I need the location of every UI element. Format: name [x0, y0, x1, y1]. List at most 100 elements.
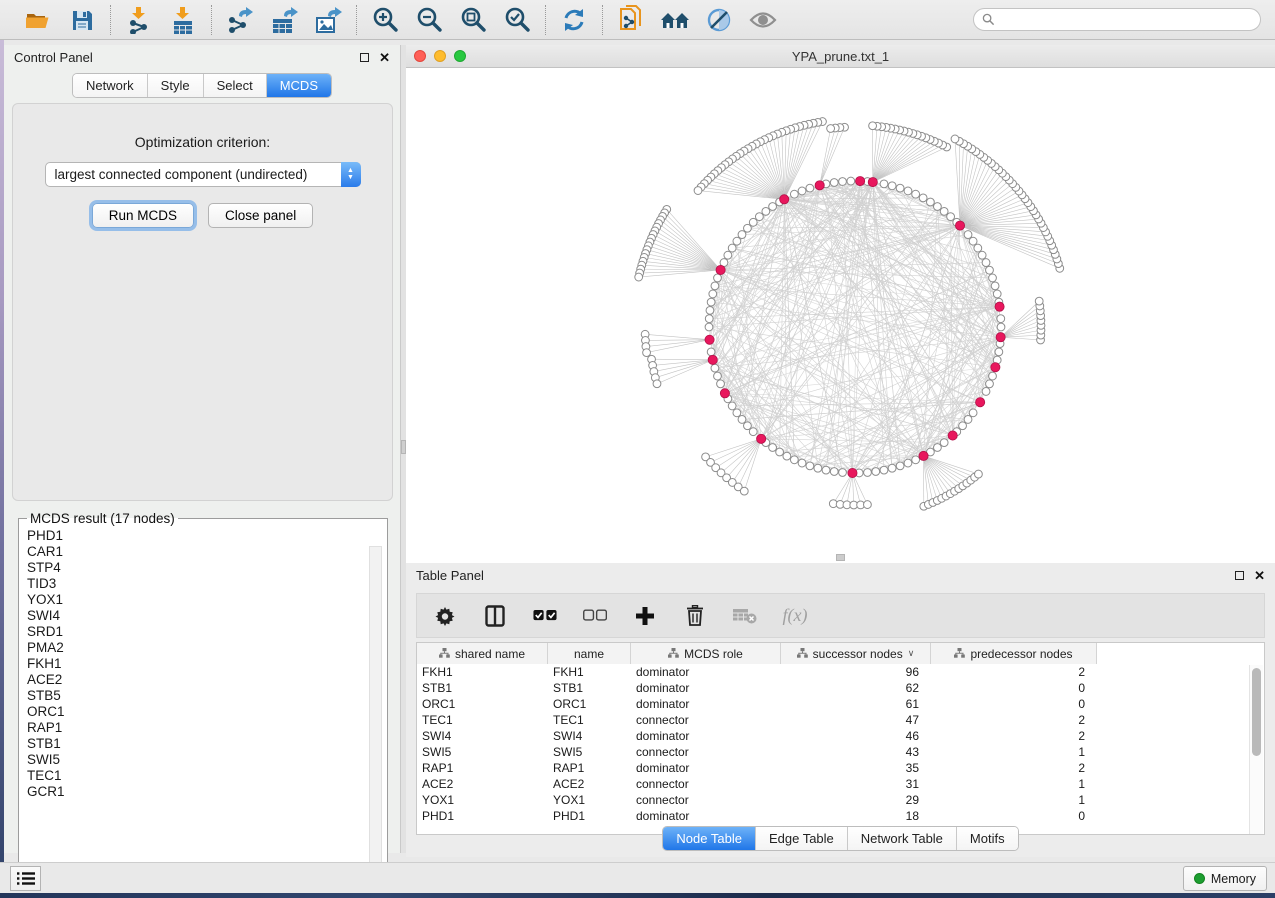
network-node[interactable]	[762, 207, 770, 215]
mcds-dominator-node[interactable]	[991, 363, 1000, 372]
mcds-dominator-node[interactable]	[815, 181, 824, 190]
network-node[interactable]	[744, 422, 752, 430]
network-node[interactable]	[940, 207, 948, 215]
cell-successor-nodes[interactable]: 46	[781, 728, 931, 744]
cell-name[interactable]: PHD1	[548, 808, 631, 824]
mcds-list-scrollbar[interactable]	[369, 546, 382, 890]
column-header-predecessor-nodes[interactable]: predecessor nodes	[931, 643, 1097, 664]
network-node[interactable]	[790, 190, 798, 198]
run-mcds-button[interactable]: Run MCDS	[92, 203, 194, 228]
network-node[interactable]	[880, 466, 888, 474]
network-splitter-grip[interactable]	[836, 554, 845, 561]
zoom-fit-icon[interactable]	[458, 5, 488, 35]
network-node[interactable]	[728, 244, 736, 252]
network-node[interactable]	[643, 349, 651, 357]
table-row[interactable]: FKH1FKH1dominator962	[417, 664, 1264, 680]
network-node[interactable]	[869, 122, 877, 130]
network-node[interactable]	[947, 213, 955, 221]
network-node[interactable]	[986, 266, 994, 274]
task-history-button[interactable]	[10, 866, 41, 891]
column-header-MCDS-role[interactable]: MCDS role	[631, 643, 781, 664]
network-node[interactable]	[975, 470, 983, 478]
mcds-result-item[interactable]: ACE2	[25, 672, 387, 688]
tab-select[interactable]: Select	[204, 74, 267, 97]
two-houses-icon[interactable]	[660, 5, 690, 35]
table-row[interactable]: STB1STB1dominator620	[417, 680, 1264, 696]
network-node[interactable]	[783, 452, 791, 460]
network-node[interactable]	[653, 380, 661, 388]
mcds-result-item[interactable]: ORC1	[25, 704, 387, 720]
cell-predecessor-nodes[interactable]: 2	[931, 728, 1097, 744]
network-node[interactable]	[959, 422, 967, 430]
mcds-dominator-node[interactable]	[708, 355, 717, 364]
network-node[interactable]	[790, 456, 798, 464]
tab-style[interactable]: Style	[148, 74, 204, 97]
network-node[interactable]	[880, 180, 888, 188]
mcds-result-item[interactable]: STB1	[25, 736, 387, 752]
network-node[interactable]	[711, 282, 719, 290]
mcds-result-item[interactable]: SRD1	[25, 624, 387, 640]
column-header-name[interactable]: name	[548, 643, 631, 664]
select-all-columns-icon[interactable]	[533, 604, 557, 628]
network-node[interactable]	[872, 468, 880, 476]
mcds-dominator-node[interactable]	[868, 177, 877, 186]
mcds-dominator-node[interactable]	[976, 398, 985, 407]
column-header-shared-name[interactable]: shared name	[417, 643, 548, 664]
table-scrollbar-thumb[interactable]	[1252, 668, 1261, 756]
network-node[interactable]	[926, 198, 934, 206]
zoom-selected-icon[interactable]	[502, 5, 532, 35]
network-node[interactable]	[717, 380, 725, 388]
network-node[interactable]	[964, 416, 972, 424]
network-node[interactable]	[714, 372, 722, 380]
network-node[interactable]	[744, 224, 752, 232]
cell-name[interactable]: STB1	[548, 680, 631, 696]
network-node[interactable]	[827, 125, 835, 133]
cell-shared-name[interactable]: FKH1	[417, 664, 548, 680]
cell-MCDS-role[interactable]: dominator	[631, 808, 781, 824]
tab-edge-table[interactable]: Edge Table	[756, 827, 848, 850]
network-node[interactable]	[982, 388, 990, 396]
mcds-result-item[interactable]: YOX1	[25, 592, 387, 608]
mcds-result-item[interactable]: TID3	[25, 576, 387, 592]
network-node[interactable]	[814, 464, 822, 472]
cell-successor-nodes[interactable]: 62	[781, 680, 931, 696]
table-row[interactable]: ORC1ORC1dominator610	[417, 696, 1264, 712]
cell-MCDS-role[interactable]: connector	[631, 792, 781, 808]
network-node[interactable]	[740, 487, 748, 495]
column-selector-icon[interactable]	[483, 604, 507, 628]
cell-name[interactable]: ACE2	[548, 776, 631, 792]
cell-predecessor-nodes[interactable]: 0	[931, 680, 1097, 696]
table-row[interactable]: YOX1YOX1connector291	[417, 792, 1264, 808]
network-node[interactable]	[934, 203, 942, 211]
cell-successor-nodes[interactable]: 35	[781, 760, 931, 776]
mcds-result-item[interactable]: PHD1	[25, 528, 387, 544]
mcds-dominator-node[interactable]	[995, 302, 1004, 311]
mcds-result-item[interactable]: PMA2	[25, 640, 387, 656]
delete-column-icon[interactable]	[683, 604, 707, 628]
zoom-in-icon[interactable]	[370, 5, 400, 35]
network-node[interactable]	[798, 459, 806, 467]
mcds-result-item[interactable]: STB5	[25, 688, 387, 704]
mcds-dominator-node[interactable]	[996, 333, 1005, 342]
network-canvas[interactable]	[406, 68, 1275, 563]
network-node[interactable]	[912, 190, 920, 198]
network-node[interactable]	[635, 273, 643, 281]
cell-predecessor-nodes[interactable]: 0	[931, 696, 1097, 712]
table-row[interactable]: TEC1TEC1connector472	[417, 712, 1264, 728]
cell-predecessor-nodes[interactable]: 0	[931, 808, 1097, 824]
network-node[interactable]	[706, 306, 714, 314]
tab-node-table[interactable]: Node Table	[663, 827, 756, 850]
cell-shared-name[interactable]: SWI5	[417, 744, 548, 760]
mcds-result-item[interactable]: CAR1	[25, 544, 387, 560]
network-node[interactable]	[749, 218, 757, 226]
network-node[interactable]	[711, 364, 719, 372]
network-node[interactable]	[749, 428, 757, 436]
hide-selected-icon[interactable]	[704, 5, 734, 35]
network-node[interactable]	[964, 231, 972, 239]
network-node[interactable]	[839, 469, 847, 477]
cell-MCDS-role[interactable]: dominator	[631, 760, 781, 776]
network-node[interactable]	[755, 213, 763, 221]
network-node[interactable]	[982, 259, 990, 267]
tab-motifs[interactable]: Motifs	[957, 827, 1018, 850]
network-node[interactable]	[705, 315, 713, 323]
